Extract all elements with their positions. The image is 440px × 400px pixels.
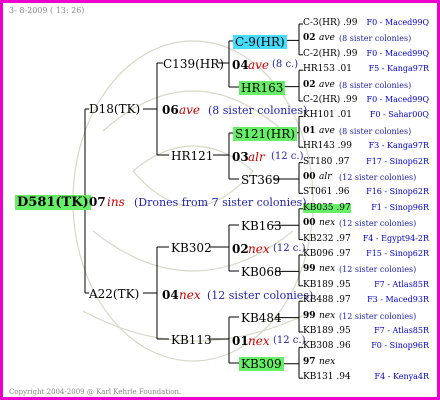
- gen2-2-note: alr: [248, 150, 265, 164]
- leaf-note: ave: [319, 125, 335, 136]
- leaf-generation-number: 02: [303, 79, 316, 90]
- leaf-reference-link[interactable]: F0 - Sahar00Q: [370, 111, 429, 119]
- leaf-queen-id[interactable]: ST180 .97: [303, 157, 350, 167]
- gen3-2-id[interactable]: HR163: [239, 81, 286, 95]
- gen3-4-id[interactable]: ST369: [241, 174, 280, 186]
- leaf-queen-id[interactable]: KH101 .01: [303, 111, 352, 120]
- queen-root-id[interactable]: D581(TK): [15, 195, 91, 210]
- gen2-2-number: 03: [232, 150, 249, 164]
- leaf-generation-number: 00: [303, 172, 316, 182]
- leaf-generation-number: 00: [303, 218, 316, 229]
- leaf-reference-link[interactable]: F0 - Sinop96R: [371, 342, 429, 350]
- leaf-queen-id[interactable]: KB308 .96: [303, 342, 351, 351]
- leaf-reference-link[interactable]: F7 - Atlas85R: [374, 327, 429, 335]
- leaf-note: ave: [319, 79, 335, 90]
- gen3-1-id[interactable]: C-9(HR): [233, 35, 287, 49]
- gen1-top-id[interactable]: D18(TK): [89, 103, 140, 115]
- pedigree-frame: 3- 8-2009 ( 13: 26) D581(TK) 07 ins (Dro…: [0, 0, 440, 400]
- gen1-top-description: (8 sister colonies): [208, 104, 308, 117]
- gen2-3-id[interactable]: KB302: [171, 242, 212, 254]
- leaf-note: nex: [319, 310, 336, 321]
- leaf-reference-link[interactable]: F15 - Sinop62R: [366, 250, 429, 258]
- leaf-queen-id[interactable]: KB189 .95: [303, 280, 351, 290]
- leaf-queen-id[interactable]: C-3(HR) .99: [303, 19, 357, 28]
- leaf-generation-number: 99: [303, 264, 316, 275]
- leaf-reference-link[interactable]: F0 - Maced99Q: [367, 49, 429, 58]
- leaf-queen-id[interactable]: ST061 .96: [303, 188, 350, 197]
- leaf-reference-link[interactable]: F4 - Egypt94-2R: [363, 234, 429, 243]
- gen2-2-id[interactable]: HR121: [171, 150, 213, 162]
- copyright-notice: Copyright 2004-2009 @ Karl Kehrle Founda…: [9, 388, 182, 396]
- leaf-queen-id[interactable]: KB096 .97: [303, 250, 351, 259]
- leaf-reference-link[interactable]: F3 - Kanga97R: [369, 142, 429, 150]
- leaf-generation-number: 97: [303, 356, 316, 367]
- gen2-3-description: (12 c.): [273, 243, 306, 254]
- gen2-1-description: (8 c.): [272, 59, 299, 70]
- leaf-queen-id[interactable]: C-2(HR) .99: [303, 49, 357, 59]
- gen2-4-note: nex: [248, 334, 270, 348]
- gen2-1-note: ave: [248, 58, 270, 72]
- gen1-bottom-note: nex: [179, 288, 201, 302]
- leaf-queen-id[interactable]: KB131 .94: [303, 373, 351, 382]
- leaf-generation-number: 99: [303, 310, 316, 321]
- leaf-reference-link[interactable]: F7 - Atlas85R: [374, 280, 429, 289]
- leaf-queen-id[interactable]: KB488 .97: [303, 296, 351, 305]
- gen1-bottom-number: 04: [162, 288, 179, 302]
- gen2-2-description: (12 c.): [271, 151, 304, 162]
- gen2-3-note: nex: [248, 242, 270, 256]
- gen2-4-number: 01: [232, 334, 249, 348]
- leaf-description: (12 sister colonies): [339, 219, 417, 229]
- leaf-reference-link[interactable]: F16 - Sinop62R: [366, 188, 429, 196]
- gen2-3-number: 02: [232, 242, 249, 256]
- leaf-note: nex: [319, 218, 336, 229]
- gen3-6-id[interactable]: KB068: [241, 266, 282, 278]
- leaf-reference-link[interactable]: F1 - Sinop96R: [371, 203, 429, 212]
- root-note: ins: [107, 195, 125, 209]
- leaf-generation-number: 02: [303, 33, 316, 44]
- gen3-3-id[interactable]: S121(HR): [233, 127, 297, 141]
- leaf-note: nex: [319, 356, 336, 367]
- leaf-queen-id[interactable]: C-2(HR) .99: [303, 96, 357, 105]
- leaf-reference-link[interactable]: F0 - Maced99Q: [367, 96, 429, 104]
- root-description: (Drones from 7 sister colonies): [134, 196, 307, 209]
- gen2-4-description: (12 c.): [273, 335, 306, 346]
- leaf-note: nex: [319, 264, 336, 275]
- gen1-top-note: ave: [179, 103, 201, 117]
- leaf-description: (12 sister colonies): [339, 265, 417, 275]
- leaf-description: (12 sister colonies): [339, 173, 417, 182]
- leaf-note: alr: [319, 172, 332, 182]
- gen2-1-id[interactable]: C139(HR): [163, 58, 224, 70]
- leaf-description: (8 sister colonies): [339, 80, 412, 90]
- leaf-reference-link[interactable]: F5 - Kanga97R: [369, 65, 429, 73]
- gen2-4-id[interactable]: KB113: [171, 334, 212, 346]
- leaf-queen-id[interactable]: KB035 .97: [303, 203, 351, 213]
- leaf-generation-number: 01: [303, 125, 316, 136]
- gen3-5-id[interactable]: KB163: [241, 220, 282, 232]
- leaf-reference-link[interactable]: F0 - Maced99Q: [367, 19, 429, 27]
- leaf-queen-id[interactable]: KB189 .95: [303, 327, 351, 336]
- leaf-reference-link[interactable]: F17 - Sinop62R: [366, 157, 429, 166]
- leaf-reference-link[interactable]: F4 - Kenya4R: [375, 373, 429, 381]
- leaf-description: (12 sister colonies): [339, 311, 417, 321]
- gen3-7-id[interactable]: KB484: [241, 312, 282, 324]
- leaf-note: ave: [319, 33, 335, 44]
- leaf-description: (8 sister colonies): [339, 126, 412, 136]
- leaf-queen-id[interactable]: HR143 .99: [303, 142, 352, 151]
- gen1-bottom-description: (12 sister colonies): [207, 289, 314, 302]
- gen1-bottom-id[interactable]: A22(TK): [89, 288, 139, 300]
- root-generation-number: 07: [89, 195, 106, 209]
- gen3-8-id[interactable]: KB309: [239, 357, 284, 371]
- gen1-top-number: 06: [162, 103, 179, 117]
- leaf-queen-id[interactable]: KB232 .97: [303, 234, 351, 244]
- leaf-reference-link[interactable]: F3 - Maced93R: [367, 296, 429, 304]
- gen2-1-number: 04: [232, 58, 249, 72]
- leaf-description: (8 sister colonies): [339, 34, 412, 44]
- leaf-queen-id[interactable]: HR153 .01: [303, 65, 352, 74]
